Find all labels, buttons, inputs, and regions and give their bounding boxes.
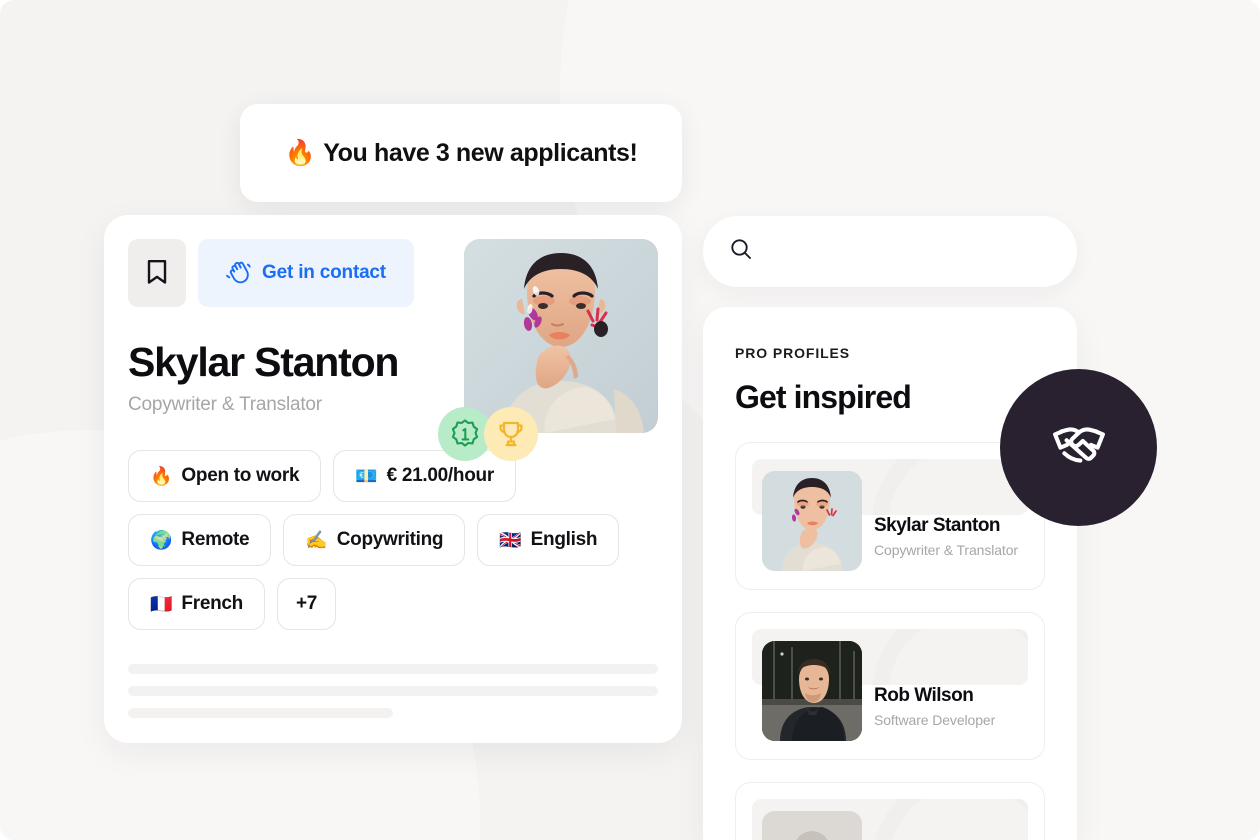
search-input[interactable]: [767, 241, 1051, 262]
skeleton-line: [128, 708, 393, 719]
applicants-toast[interactable]: 🔥 You have 3 new applicants!: [240, 104, 682, 202]
pro-profile-list: Skylar Stanton Copywriter & Translator R…: [735, 442, 1045, 840]
handshake-icon: [1038, 404, 1120, 491]
bookmark-button[interactable]: [128, 239, 186, 307]
avatar: [762, 641, 862, 741]
chip-remote[interactable]: 🌍 Remote: [128, 514, 272, 567]
chip-label: Copywriting: [336, 529, 444, 551]
chip-label: Remote: [181, 529, 250, 551]
chip-label: +7: [295, 593, 318, 615]
chip-label: € 21.00/hour: [386, 465, 495, 487]
skeleton-line: [128, 664, 658, 675]
skeleton-line: [128, 686, 658, 697]
profile-name: Rob Wilson: [874, 685, 974, 706]
panel-eyebrow: PRO PROFILES: [735, 345, 851, 361]
fire-emoji: 🔥: [284, 138, 316, 167]
list-item[interactable]: Rob Wilson Software Developer: [735, 612, 1045, 760]
waving-hand-icon: [226, 259, 252, 288]
search-bar[interactable]: [703, 216, 1077, 287]
chip-english[interactable]: 🇬🇧 English: [477, 514, 620, 567]
get-in-contact-label: Get in contact: [262, 262, 386, 283]
profile-role: Software Developer: [874, 712, 996, 728]
profile-photo[interactable]: [464, 239, 658, 433]
chip-open-to-work[interactable]: 🔥 Open to work: [128, 450, 322, 503]
profile-card: Get in contact Skylar Stanton Copywriter…: [104, 215, 682, 743]
description-skeleton: [128, 664, 658, 719]
chip-french[interactable]: 🇫🇷 French: [128, 578, 265, 631]
get-in-contact-button[interactable]: Get in contact: [198, 239, 414, 307]
globe-emoji: 🌍: [150, 530, 173, 551]
profile-meta: Skylar Stanton Copywriter & Translator: [874, 515, 1018, 558]
profile-badges: [438, 407, 538, 461]
euro-banknote-emoji: 💶: [355, 466, 378, 487]
bookmark-icon: [146, 259, 168, 288]
profile-role: Copywriter & Translator: [874, 542, 1018, 558]
flag-uk-emoji: 🇬🇧: [499, 530, 522, 551]
handshake-badge: [1000, 369, 1157, 526]
pro-profiles-panel: PRO PROFILES Get inspired Skylar Stanton…: [703, 307, 1077, 840]
avatar: [762, 471, 862, 571]
list-item-partial[interactable]: [735, 782, 1045, 840]
chip-label: English: [530, 529, 598, 551]
chip-copywriting[interactable]: ✍️ Copywriting: [283, 514, 466, 567]
chip-label: Open to work: [181, 465, 300, 487]
list-item[interactable]: Skylar Stanton Copywriter & Translator: [735, 442, 1045, 590]
avatar: [762, 811, 862, 840]
profile-chip-list: 🔥 Open to work 💶 € 21.00/hour 🌍 Remote ✍…: [128, 450, 658, 631]
flag-france-emoji: 🇫🇷: [150, 594, 173, 615]
profile-photo-wrapper: [438, 239, 658, 461]
chip-more-count[interactable]: +7: [276, 578, 337, 631]
app-canvas: 🔥 You have 3 new applicants! Get in cont…: [0, 0, 1260, 840]
profile-meta: Rob Wilson Software Developer: [874, 685, 995, 728]
fire-emoji: 🔥: [150, 466, 173, 487]
panel-title: Get inspired: [735, 379, 912, 415]
writing-hand-emoji: ✍️: [305, 530, 328, 551]
trophy-badge[interactable]: [484, 407, 538, 461]
profile-name: Skylar Stanton: [874, 515, 1001, 536]
toast-text: You have 3 new applicants!: [323, 138, 638, 167]
toast-message: 🔥 You have 3 new applicants!: [285, 139, 638, 168]
chip-label: French: [181, 593, 243, 615]
search-icon: [729, 237, 753, 266]
